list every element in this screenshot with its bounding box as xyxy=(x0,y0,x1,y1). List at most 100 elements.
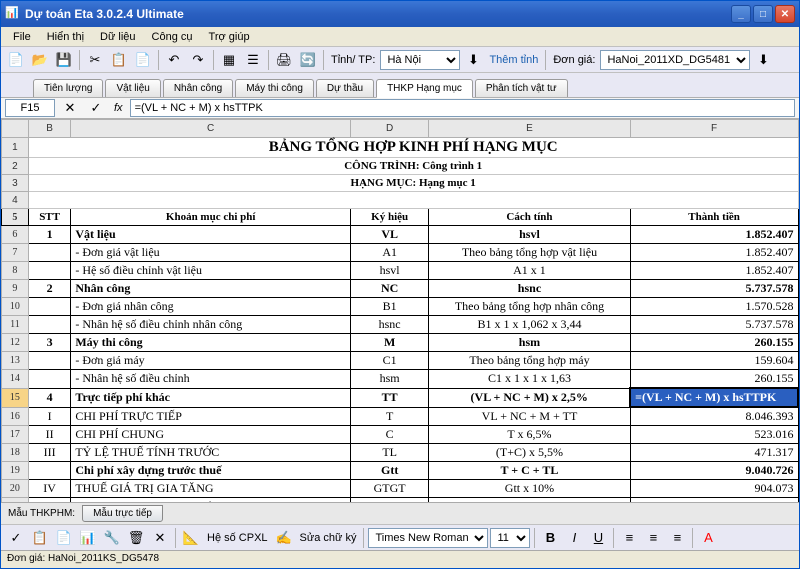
cell-kyhieu[interactable]: NC xyxy=(351,280,429,298)
cell-khoan[interactable]: - Đơn giá vật liệu xyxy=(71,244,351,262)
heso-button[interactable]: 📐 xyxy=(180,527,202,549)
tab-nhancong[interactable]: Nhân công xyxy=(163,79,233,97)
menu-hienthi[interactable]: Hiển thị xyxy=(39,29,92,45)
row-header[interactable]: 14 xyxy=(2,370,29,389)
cell-cachtinh[interactable]: (VL + NC + M) x 2,5% xyxy=(429,388,630,407)
cell-cachtinh[interactable]: B1 x 1 x 1,062 x 3,44 xyxy=(429,316,630,334)
row-header[interactable]: 8 xyxy=(2,262,29,280)
font-select[interactable]: Times New Roman xyxy=(368,528,488,548)
cell-stt[interactable]: 1 xyxy=(28,226,71,244)
row-header[interactable]: 10 xyxy=(2,298,29,316)
row-header[interactable]: 5 xyxy=(2,209,29,226)
cell-kyhieu[interactable]: C1 xyxy=(351,352,429,370)
cell-kyhieu[interactable]: B1 xyxy=(351,298,429,316)
tb2-btn1[interactable]: ✓ xyxy=(5,527,27,549)
cell-khoan[interactable]: - Nhân hệ số điều chỉnh nhân công xyxy=(71,316,351,334)
redo-button[interactable]: ↷ xyxy=(187,49,209,71)
tb2-btn5[interactable]: 🔧 xyxy=(101,527,123,549)
col-header-C[interactable]: C xyxy=(71,120,351,138)
tab-vatlieu[interactable]: Vật liệu xyxy=(105,79,160,97)
bold-button[interactable]: B xyxy=(539,527,561,549)
row-header[interactable]: 15 xyxy=(2,388,29,407)
italic-button[interactable]: I xyxy=(563,527,585,549)
cell-cachtinh[interactable]: hsvl xyxy=(429,226,630,244)
row-header[interactable]: 7 xyxy=(2,244,29,262)
cell-thanhtien[interactable]: 260.155 xyxy=(630,370,798,389)
cell-reference[interactable] xyxy=(5,99,55,117)
row-header[interactable]: 1 xyxy=(2,138,29,158)
corner-cell[interactable] xyxy=(2,120,29,138)
row-header[interactable]: 2 xyxy=(2,158,29,175)
cell-khoan[interactable]: Vật liệu xyxy=(71,226,351,244)
menu-file[interactable]: File xyxy=(5,29,39,45)
accept-formula-button[interactable]: ✓ xyxy=(85,97,107,119)
refresh-button[interactable]: 🔄 xyxy=(297,49,319,71)
cell-khoan[interactable]: - Nhân hệ số điều chỉnh xyxy=(71,370,351,389)
cell-cachtinh[interactable]: T + C + TL xyxy=(429,462,630,480)
cell-khoan[interactable]: Máy thi công xyxy=(71,334,351,352)
cell-kyhieu[interactable]: VL xyxy=(351,226,429,244)
cell-kyhieu[interactable]: hsvl xyxy=(351,262,429,280)
cell-stt[interactable] xyxy=(28,352,71,370)
col-header-D[interactable]: D xyxy=(351,120,429,138)
cell-cachtinh[interactable]: A1 x 1 xyxy=(429,262,630,280)
underline-button[interactable]: U xyxy=(587,527,609,549)
cell-thanhtien[interactable]: 8.046.393 xyxy=(630,407,798,426)
print-button[interactable]: 🖨 xyxy=(273,49,295,71)
row-button[interactable]: ☰ xyxy=(242,49,264,71)
row-header[interactable]: 3 xyxy=(2,175,29,192)
tab-maythicong[interactable]: Máy thi công xyxy=(235,79,314,97)
cell-cachtinh[interactable]: C1 x 1 x 1 x 1,63 xyxy=(429,370,630,389)
cell-stt[interactable]: IV xyxy=(28,480,71,498)
cell-cachtinh[interactable]: (T+C) x 5,5% xyxy=(429,444,630,462)
cell-cachtinh[interactable]: hsm xyxy=(429,334,630,352)
col-header-B[interactable]: B xyxy=(28,120,71,138)
cell-stt[interactable] xyxy=(28,298,71,316)
cell-stt[interactable]: III xyxy=(28,444,71,462)
row-header[interactable]: 21 xyxy=(2,498,29,503)
tb2-btn2[interactable]: 📋 xyxy=(29,527,51,549)
cell-thanhtien[interactable]: 1.852.407 xyxy=(630,244,798,262)
cell-stt[interactable]: 3 xyxy=(28,334,71,352)
cell-thanhtien[interactable]: 1.852.407 xyxy=(630,226,798,244)
cell-thanhtien[interactable]: 5.737.578 xyxy=(630,316,798,334)
cell-stt[interactable] xyxy=(28,262,71,280)
row-header[interactable]: 13 xyxy=(2,352,29,370)
menu-congcu[interactable]: Công cụ xyxy=(144,29,201,45)
menu-trogiup[interactable]: Trợ giúp xyxy=(201,29,258,45)
cell-stt[interactable] xyxy=(28,462,71,480)
align-right-button[interactable]: ≡ xyxy=(666,527,688,549)
row-header[interactable]: 9 xyxy=(2,280,29,298)
cell-khoan[interactable]: TỶ LỆ THUẾ TÍNH TRƯỚC xyxy=(71,444,351,462)
cell-khoan[interactable]: Chi phí xây dựng sau thuế xyxy=(71,498,351,503)
cell-khoan[interactable]: Trực tiếp phí khác xyxy=(71,388,351,407)
row-header[interactable]: 19 xyxy=(2,462,29,480)
tinh-tp-select[interactable]: Hà Nội xyxy=(380,50,460,70)
tb2-btn4[interactable]: 📊 xyxy=(77,527,99,549)
close-button[interactable]: ✕ xyxy=(775,5,795,23)
cell-khoan[interactable]: CHI PHÍ CHUNG xyxy=(71,426,351,444)
copy-button[interactable]: 📋 xyxy=(108,49,130,71)
row-header[interactable]: 20 xyxy=(2,480,29,498)
cell-stt[interactable] xyxy=(28,498,71,503)
cell-khoan[interactable]: CHI PHÍ TRỰC TIẾP xyxy=(71,407,351,426)
open-button[interactable]: 📂 xyxy=(29,49,51,71)
cell-stt[interactable]: 4 xyxy=(28,388,71,407)
cell-khoan[interactable]: - Đơn giá máy xyxy=(71,352,351,370)
dongia-down-button[interactable]: ⬇ xyxy=(752,49,774,71)
cell-stt[interactable]: 2 xyxy=(28,280,71,298)
cell-cachtinh[interactable]: Gtt x 10% xyxy=(429,480,630,498)
cancel-formula-button[interactable]: ✕ xyxy=(59,97,81,119)
dongia-select[interactable]: HaNoi_2011XD_DG5481 xyxy=(600,50,750,70)
cell-khoan[interactable]: - Hệ số điều chỉnh vật liệu xyxy=(71,262,351,280)
cell-khoan[interactable]: - Đơn giá nhân công xyxy=(71,298,351,316)
align-left-button[interactable]: ≡ xyxy=(618,527,640,549)
cell-kyhieu[interactable]: A1 xyxy=(351,244,429,262)
menu-dulieu[interactable]: Dữ liệu xyxy=(92,29,144,45)
cell-kyhieu[interactable]: GTGT xyxy=(351,480,429,498)
row-header[interactable]: 18 xyxy=(2,444,29,462)
cell-thanhtien[interactable]: 1.570.528 xyxy=(630,298,798,316)
cell-cachtinh[interactable]: hsnc xyxy=(429,280,630,298)
cell-khoan[interactable]: THUẾ GIÁ TRỊ GIA TĂNG xyxy=(71,480,351,498)
paste-button[interactable]: 📄 xyxy=(132,49,154,71)
